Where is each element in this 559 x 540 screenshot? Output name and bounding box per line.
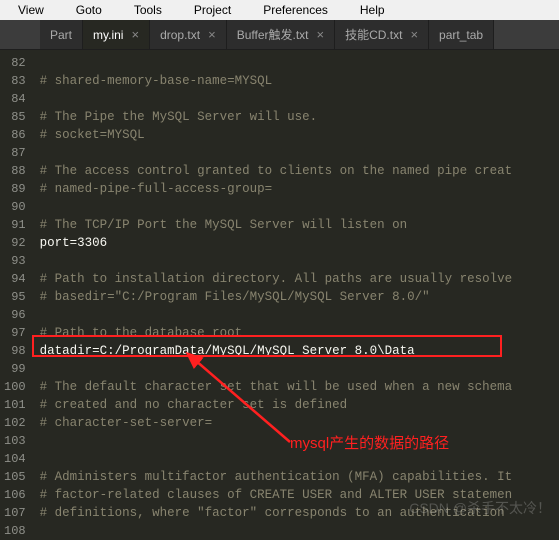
tab-label: Part — [50, 28, 72, 42]
line-number: 99 — [4, 360, 26, 378]
line-number: 107 — [4, 504, 26, 522]
code-line: # character-set-server= — [40, 414, 559, 432]
line-number: 84 — [4, 90, 26, 108]
code-content[interactable]: # shared-memory-base-name=MYSQL # The Pip… — [34, 50, 559, 524]
tab-drop-txt[interactable]: drop.txt × — [150, 20, 227, 49]
code-line: port=3306 — [40, 234, 559, 252]
line-number: 98 — [4, 342, 26, 360]
close-icon[interactable]: × — [410, 27, 418, 42]
line-number: 82 — [4, 54, 26, 72]
code-line — [40, 432, 559, 450]
tab-label: Buffer触发.txt — [237, 26, 309, 43]
code-line — [40, 198, 559, 216]
code-line: # The Pipe the MySQL Server will use. — [40, 108, 559, 126]
tab-label: part_tab — [439, 28, 483, 42]
line-number: 89 — [4, 180, 26, 198]
line-number: 88 — [4, 162, 26, 180]
menu-help[interactable]: Help — [344, 1, 401, 19]
code-line — [40, 306, 559, 324]
close-icon[interactable]: × — [208, 27, 216, 42]
line-number: 97 — [4, 324, 26, 342]
menu-preferences[interactable]: Preferences — [247, 1, 344, 19]
line-number: 95 — [4, 288, 26, 306]
tab-label: my.ini — [93, 28, 123, 42]
line-number: 86 — [4, 126, 26, 144]
code-line — [40, 90, 559, 108]
menu-view[interactable]: View — [2, 1, 60, 19]
code-line: # basedir="C:/Program Files/MySQL/MySQL … — [40, 288, 559, 306]
tab-label: drop.txt — [160, 28, 200, 42]
line-number: 101 — [4, 396, 26, 414]
line-number: 102 — [4, 414, 26, 432]
line-number: 93 — [4, 252, 26, 270]
code-line — [40, 360, 559, 378]
line-number: 94 — [4, 270, 26, 288]
line-number: 85 — [4, 108, 26, 126]
code-line: # named-pipe-full-access-group= — [40, 180, 559, 198]
line-number: 91 — [4, 216, 26, 234]
tab-my-ini[interactable]: my.ini × — [83, 20, 150, 49]
tab-Buffer---txt[interactable]: Buffer触发.txt × — [227, 20, 335, 49]
line-number: 92 — [4, 234, 26, 252]
code-line: # socket=MYSQL — [40, 126, 559, 144]
code-line: # The access control granted to clients … — [40, 162, 559, 180]
code-line: # Path to the database root — [40, 324, 559, 342]
code-line: # Administers multifactor authentication… — [40, 468, 559, 486]
line-number: 87 — [4, 144, 26, 162]
tab-bar: Partmy.ini×drop.txt×Buffer触发.txt×技能CD.tx… — [0, 20, 559, 50]
menu-tools[interactable]: Tools — [118, 1, 178, 19]
code-line: # shared-memory-base-name=MYSQL — [40, 72, 559, 90]
code-line — [40, 252, 559, 270]
close-icon[interactable]: × — [131, 27, 139, 42]
editor-area[interactable]: 8283848586878889909192939495969798991001… — [0, 50, 559, 524]
line-number-gutter: 8283848586878889909192939495969798991001… — [0, 50, 34, 524]
line-number: 103 — [4, 432, 26, 450]
menu-bar: View Goto Tools Project Preferences Help — [0, 0, 559, 20]
code-line: # factor-related clauses of CREATE USER … — [40, 486, 559, 504]
tab-part_tab[interactable]: part_tab — [429, 20, 494, 49]
code-line: # Path to installation directory. All pa… — [40, 270, 559, 288]
line-number: 105 — [4, 468, 26, 486]
tab-Part[interactable]: Part — [40, 20, 83, 49]
line-number: 83 — [4, 72, 26, 90]
code-line — [40, 144, 559, 162]
line-number: 90 — [4, 198, 26, 216]
menu-goto[interactable]: Goto — [60, 1, 118, 19]
code-line: datadir=C:/ProgramData/MySQL/MySQL Serve… — [40, 342, 559, 360]
menu-project[interactable]: Project — [178, 1, 247, 19]
tab---CD-txt[interactable]: 技能CD.txt × — [335, 20, 429, 49]
tab-label: 技能CD.txt — [345, 26, 402, 43]
code-line — [40, 450, 559, 468]
line-number: 106 — [4, 486, 26, 504]
line-number: 108 — [4, 522, 26, 540]
code-line: # The TCP/IP Port the MySQL Server will … — [40, 216, 559, 234]
line-number: 104 — [4, 450, 26, 468]
code-line: # created and no character set is define… — [40, 396, 559, 414]
code-line: # definitions, where "factor" correspond… — [40, 504, 559, 522]
code-line: # The default character set that will be… — [40, 378, 559, 396]
line-number: 100 — [4, 378, 26, 396]
close-icon[interactable]: × — [317, 27, 325, 42]
code-line — [40, 54, 559, 72]
line-number: 96 — [4, 306, 26, 324]
